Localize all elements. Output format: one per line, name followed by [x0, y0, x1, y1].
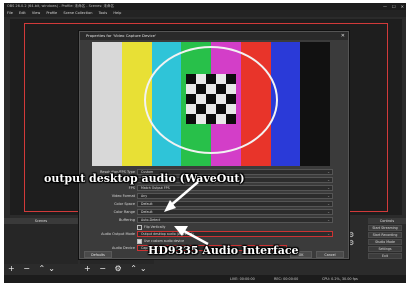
row-video-format: Video Format Any ⌄ — [80, 192, 350, 200]
chevron-down-icon: ⌄ — [327, 202, 330, 206]
maximize-icon[interactable]: ☐ — [392, 3, 396, 10]
chevron-down-icon: ⌄ — [327, 178, 330, 182]
menu-profile[interactable]: Profile — [46, 11, 57, 15]
menu-file[interactable]: File — [7, 11, 13, 15]
color-space-label: Color Space — [114, 202, 135, 206]
fps-label: FPS — [128, 186, 135, 190]
rec-status: REC: 00:00:00 — [274, 277, 299, 281]
menu-scene-collection[interactable]: Scene Collection — [63, 11, 92, 15]
dialog-title-text: Properties for 'Video Capture Device' — [86, 33, 157, 38]
chevron-down-icon: ⌄ — [327, 210, 330, 214]
color-bar — [92, 42, 122, 166]
settings-button[interactable]: Settings — [368, 246, 402, 252]
menu-view[interactable]: View — [32, 11, 40, 15]
video-format-label: Video Format — [111, 194, 135, 198]
cpu-status: CPU: 0.2%, 30.00 fps — [322, 277, 358, 281]
exit-button[interactable]: Exit — [368, 253, 402, 259]
minimize-icon[interactable]: — — [383, 3, 387, 10]
buffering-value: Auto-Detect — [141, 218, 161, 222]
color-range-label: Color Range — [113, 210, 135, 214]
video-preview — [92, 42, 330, 166]
menu-tools[interactable]: Tools — [99, 11, 108, 15]
test-pattern-checker — [186, 74, 236, 124]
row-color-range: Color Range Default ⌄ — [80, 208, 350, 216]
controls-dock-header: Controls — [368, 218, 406, 224]
live-status: LIVE: 00:00:00 — [230, 277, 255, 281]
checkbox-checked-icon — [137, 238, 142, 244]
flip-label: Flip Vertically — [144, 225, 166, 229]
close-icon[interactable]: ✕ — [341, 32, 345, 40]
video-format-value: Any — [141, 194, 148, 198]
properties-dialog: Properties for 'Video Capture Device' ✕ … — [79, 31, 349, 259]
color-bar — [300, 42, 330, 166]
arrow-icon — [174, 226, 209, 246]
menu-bar: File Edit View Profile Scene Collection … — [4, 10, 406, 17]
defaults-button[interactable]: Defaults — [84, 251, 112, 258]
window-title: OBS 26.0.2 (64-bit, windows) - Profile: … — [7, 4, 114, 8]
start-recording-button[interactable]: Start Recording — [368, 232, 402, 238]
title-bar: OBS 26.0.2 (64-bit, windows) - Profile: … — [4, 3, 406, 10]
color-space-value: Default — [141, 202, 153, 206]
mixer-gear-icons[interactable]: ⚙ ⚙ — [348, 231, 362, 253]
status-bar: LIVE: 00:00:00 REC: 00:00:00 CPU: 0.2%, … — [4, 275, 406, 283]
row-fps: FPS Match Output FPS ⌄ — [80, 184, 350, 192]
chevron-down-icon: ⌄ — [327, 170, 330, 174]
row-color-space: Color Space Default ⌄ — [80, 200, 350, 208]
chevron-down-icon: ⌄ — [327, 194, 330, 198]
cancel-button[interactable]: Cancel — [316, 251, 344, 258]
color-range-value: Default — [141, 210, 153, 214]
chevron-down-icon: ⌄ — [327, 186, 330, 190]
close-icon[interactable]: ✕ — [401, 3, 404, 10]
dialog-title: Properties for 'Video Capture Device' ✕ — [80, 32, 348, 40]
start-streaming-button[interactable]: Start Streaming — [368, 225, 402, 231]
annotation-top: output desktop audio (WaveOut) — [44, 172, 245, 185]
arrow-icon — [164, 181, 199, 212]
scene-toolbar-icons[interactable]: + − ⌃⌄ — [8, 264, 58, 273]
studio-mode-button[interactable]: Studio Mode — [368, 239, 402, 245]
checkbox-icon — [137, 224, 142, 230]
menu-help[interactable]: Help — [113, 11, 121, 15]
menu-edit[interactable]: Edit — [19, 11, 26, 15]
source-toolbar-icons[interactable]: + − ⚙ ⌃⌄ — [84, 264, 150, 273]
